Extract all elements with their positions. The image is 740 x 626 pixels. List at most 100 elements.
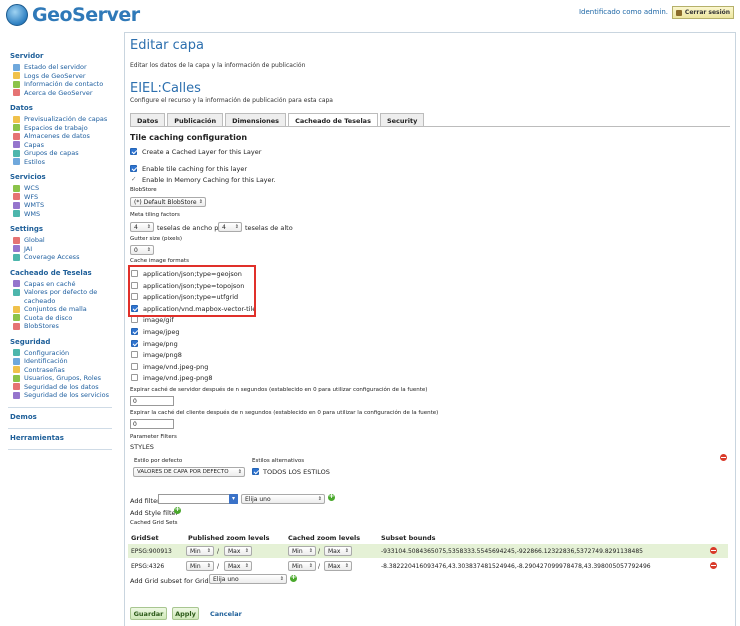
remove-gridset-icon[interactable] bbox=[710, 562, 717, 569]
apply-button[interactable]: Apply bbox=[172, 607, 199, 620]
sidebar-item[interactable]: WFS bbox=[13, 193, 118, 202]
add-style-filter-icon[interactable] bbox=[174, 505, 181, 514]
format-label: image/jpeg bbox=[143, 328, 180, 336]
format-checkbox[interactable] bbox=[131, 328, 138, 335]
expire-server-input[interactable]: 0 bbox=[130, 396, 174, 406]
sidebar-item[interactable]: Seguridad de los servicios bbox=[13, 391, 118, 400]
tab-divider bbox=[130, 126, 730, 127]
tab-security[interactable]: Security bbox=[379, 113, 425, 126]
sidebar-item[interactable]: Usuarios, Grupos, Roles bbox=[13, 374, 118, 383]
sidebar-divider bbox=[8, 406, 112, 408]
sidebar-item[interactable]: Almacenes de datos bbox=[13, 132, 118, 141]
cached-min-select[interactable]: Min ⇕ bbox=[288, 561, 316, 571]
sidebar-section-title: Herramientas bbox=[10, 433, 64, 442]
save-button[interactable]: Guardar bbox=[130, 607, 167, 620]
format-label: image/png8 bbox=[143, 351, 182, 360]
sidebar-item[interactable]: cacheado bbox=[13, 297, 118, 306]
logout-button[interactable]: Cerrar sesión bbox=[672, 6, 734, 19]
remove-gridset-icon[interactable] bbox=[710, 547, 717, 554]
enable-tile-checkbox[interactable] bbox=[130, 165, 137, 172]
default-style-select[interactable]: VALORES DE CAPA POR DEFECTO ⇕ bbox=[133, 467, 245, 477]
sidebar-item[interactable]: BlobStores bbox=[13, 322, 118, 331]
dropdown-arrow-icon[interactable]: ▾ bbox=[229, 494, 238, 504]
gutter-select[interactable]: 0 ⇕ bbox=[130, 245, 154, 255]
sidebar-item[interactable]: Cuota de disco bbox=[13, 314, 118, 323]
sidebar-item[interactable]: Valores por defecto de bbox=[13, 288, 118, 297]
sidebar-item[interactable]: Contraseñas bbox=[13, 366, 118, 375]
sidebar-item[interactable]: Previsualización de capas bbox=[13, 115, 118, 124]
add-gridset-select[interactable]: Elija uno ⇕ bbox=[209, 574, 287, 584]
tab-cacheado-teselas[interactable]: Cacheado de Teselas bbox=[288, 113, 378, 127]
sidebar-item[interactable]: Seguridad de los datos bbox=[13, 383, 118, 392]
sidebar-item[interactable]: Logs de GeoServer bbox=[13, 72, 118, 81]
add-gridset-icon[interactable] bbox=[290, 573, 297, 582]
format-label: image/gif bbox=[143, 316, 174, 325]
add-filter-input[interactable] bbox=[158, 494, 238, 504]
sidebar-item-icon bbox=[13, 383, 20, 391]
sidebar-item[interactable]: Identificación bbox=[13, 357, 118, 366]
sidebar-item-label: Contraseñas bbox=[24, 365, 65, 374]
cached-min-select[interactable]: Min ⇕ bbox=[288, 546, 316, 556]
add-filter-icon[interactable] bbox=[328, 492, 335, 501]
cached-min-select-value: Min bbox=[292, 562, 303, 570]
sidebar-item-icon bbox=[13, 89, 20, 97]
sidebar-section-title: Datos bbox=[10, 104, 33, 112]
cached-max-select[interactable]: Max ⇕ bbox=[324, 561, 352, 571]
cancel-link[interactable]: Cancelar bbox=[210, 610, 242, 618]
subset-bounds: -8.382220416093476,43.303837481524946,-8… bbox=[381, 562, 651, 570]
sidebar-item[interactable]: Acerca de GeoServer bbox=[13, 89, 118, 98]
sidebar-item[interactable]: Capas bbox=[13, 141, 118, 150]
sidebar-item[interactable]: Información de contacto bbox=[13, 80, 118, 89]
sidebar-item[interactable]: Estilos bbox=[13, 158, 118, 167]
sidebar-item[interactable]: Capas en caché bbox=[13, 280, 118, 289]
published-min-select-value: Min bbox=[190, 547, 201, 555]
sidebar-item[interactable]: JAI bbox=[13, 245, 118, 254]
sidebar-item-icon bbox=[13, 349, 20, 357]
sidebar-item[interactable]: WCS bbox=[13, 184, 118, 193]
sidebar-item[interactable]: Estado del servidor bbox=[13, 63, 118, 72]
sidebar-item-icon bbox=[13, 124, 20, 132]
sidebar-item-label: Espacios de trabajo bbox=[24, 123, 88, 132]
meta-y-select[interactable]: 4 ⇕ bbox=[218, 222, 242, 232]
filter-type-select[interactable]: Elija uno ⇕ bbox=[241, 494, 325, 504]
format-checkbox[interactable] bbox=[131, 374, 138, 382]
geoserver-logo[interactable]: GeoServer bbox=[6, 4, 140, 26]
create-cached-checkbox[interactable] bbox=[130, 148, 137, 155]
sidebar-item[interactable]: WMTS bbox=[13, 201, 118, 210]
tab-datos[interactable]: Datos bbox=[130, 113, 166, 126]
sidebar-item[interactable]: Grupos de capas bbox=[13, 149, 118, 158]
published-min-select[interactable]: Min ⇕ bbox=[186, 561, 214, 571]
alt-styles-label: Estilos alternativos bbox=[252, 458, 305, 464]
styles-label: STYLES bbox=[130, 443, 154, 451]
sidebar-item-icon bbox=[13, 305, 20, 313]
published-max-select[interactable]: Max ⇕ bbox=[224, 561, 252, 571]
expire-client-label: Expirar la caché del cliente después de … bbox=[130, 410, 439, 416]
select-arrow-icon: ⇕ bbox=[344, 563, 349, 569]
remove-filter-icon[interactable] bbox=[720, 454, 727, 461]
sidebar-item[interactable]: WMS bbox=[13, 210, 118, 219]
sidebar-item-label: Logs de GeoServer bbox=[24, 71, 86, 80]
format-checkbox[interactable] bbox=[131, 362, 138, 370]
cached-max-select[interactable]: Max ⇕ bbox=[324, 546, 352, 556]
tab-dimensiones[interactable]: Dimensiones bbox=[225, 113, 287, 126]
expire-client-input[interactable]: 0 bbox=[130, 419, 174, 429]
format-checkbox[interactable] bbox=[131, 339, 138, 347]
sidebar-item[interactable]: Espacios de trabajo bbox=[13, 124, 118, 133]
sidebar-item[interactable]: Conjuntos de malla bbox=[13, 305, 118, 314]
sidebar-item[interactable]: Global bbox=[13, 236, 118, 245]
grid-row: EPSG:4326 Min ⇕ Max ⇕ Min ⇕ Max ⇕ / / -8.3822204160… bbox=[128, 559, 728, 573]
published-max-select[interactable]: Max ⇕ bbox=[224, 546, 252, 556]
sidebar-item[interactable]: Configuración bbox=[13, 349, 118, 358]
tab-publicacion[interactable]: Publicación bbox=[167, 113, 224, 126]
format-checkbox[interactable] bbox=[131, 316, 138, 324]
meta-x-select[interactable]: 4 ⇕ bbox=[130, 222, 154, 232]
sidebar-item[interactable]: Coverage Access bbox=[13, 253, 118, 262]
blobstore-select[interactable]: (*) Default BlobStore ⇕ bbox=[130, 197, 206, 207]
add-style-filter-label: Add Style filter bbox=[130, 509, 179, 517]
published-min-select[interactable]: Min ⇕ bbox=[186, 546, 214, 556]
format-checkbox[interactable] bbox=[131, 351, 138, 359]
sidebar-section: Herramientas bbox=[0, 434, 118, 442]
header: GeoServer Identificado como admin. Cerra… bbox=[0, 0, 740, 32]
all-styles-checkbox[interactable] bbox=[252, 468, 259, 475]
sidebar-item-label: Coverage Access bbox=[24, 253, 80, 262]
